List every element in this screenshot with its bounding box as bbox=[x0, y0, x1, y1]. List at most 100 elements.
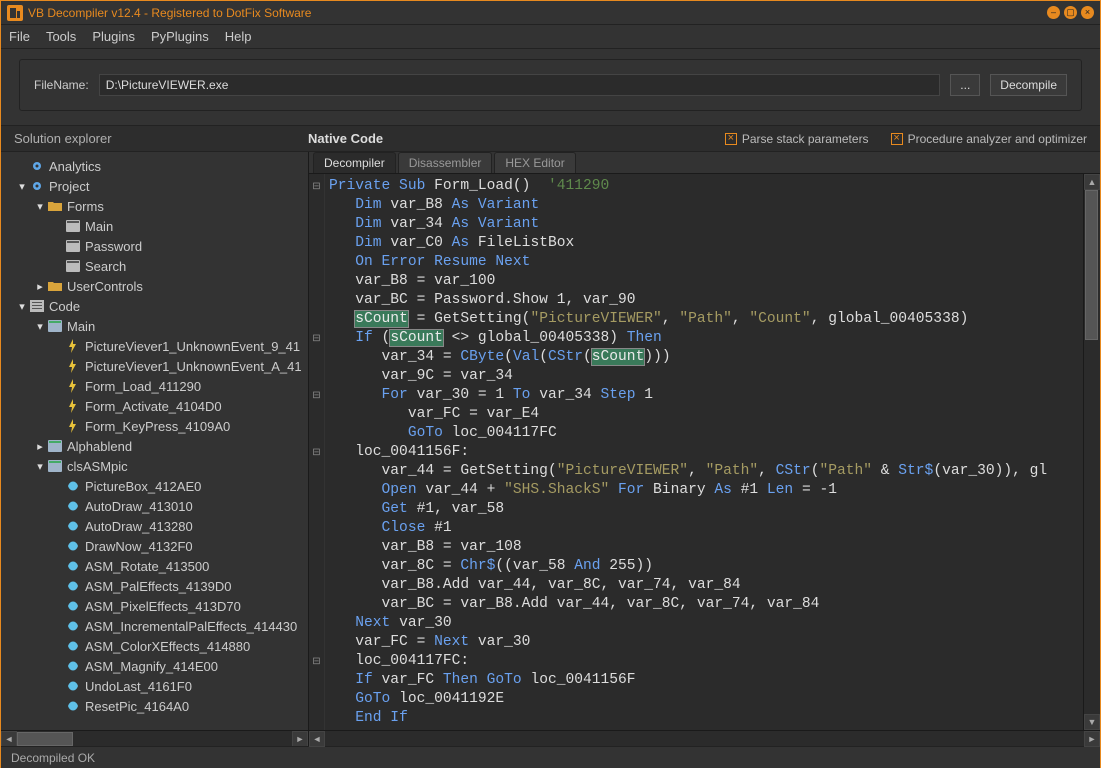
tree-caret-icon[interactable]: ▾ bbox=[15, 180, 29, 193]
tree-item[interactable]: AutoDraw_413010 bbox=[5, 496, 308, 516]
menu-pyplugins[interactable]: PyPlugins bbox=[151, 29, 209, 44]
vscroll-thumb[interactable] bbox=[1085, 190, 1098, 340]
fold-mark-icon[interactable] bbox=[309, 595, 324, 614]
fold-mark-icon[interactable] bbox=[309, 405, 324, 424]
fold-mark-icon[interactable]: ⊟ bbox=[309, 329, 324, 348]
tree-item[interactable]: Form_KeyPress_4109A0 bbox=[5, 416, 308, 436]
tree-item[interactable]: Search bbox=[5, 256, 308, 276]
gear-icon bbox=[29, 179, 45, 193]
fold-mark-icon[interactable] bbox=[309, 538, 324, 557]
menu-file[interactable]: File bbox=[9, 29, 30, 44]
fold-mark-icon[interactable] bbox=[309, 291, 324, 310]
status-bar: Decompiled OK bbox=[1, 746, 1100, 768]
tree-item[interactable]: PictureViever1_UnknownEvent_A_41 bbox=[5, 356, 308, 376]
menu-plugins[interactable]: Plugins bbox=[92, 29, 135, 44]
tab-decompiler[interactable]: Decompiler bbox=[313, 152, 396, 173]
tree-item[interactable]: ASM_IncrementalPalEffects_414430 bbox=[5, 616, 308, 636]
fold-mark-icon[interactable] bbox=[309, 671, 324, 690]
code-gutter[interactable]: ⊟ ⊟ ⊟ ⊟ ⊟ bbox=[309, 174, 325, 730]
code-hscroll[interactable]: ◄ ► bbox=[309, 730, 1100, 746]
tree-item[interactable]: ▸UserControls bbox=[5, 276, 308, 296]
browse-button[interactable]: ... bbox=[950, 74, 980, 96]
tree-item[interactable]: Analytics bbox=[5, 156, 308, 176]
tree-caret-icon[interactable]: ▸ bbox=[33, 440, 47, 453]
fold-mark-icon[interactable] bbox=[309, 576, 324, 595]
tree-item[interactable]: ResetPic_4164A0 bbox=[5, 696, 308, 716]
fold-mark-icon[interactable] bbox=[309, 253, 324, 272]
menu-help[interactable]: Help bbox=[225, 29, 252, 44]
fold-mark-icon[interactable] bbox=[309, 709, 324, 728]
tree-item[interactable]: ASM_PixelEffects_413D70 bbox=[5, 596, 308, 616]
tree-item[interactable]: PictureBox_412AE0 bbox=[5, 476, 308, 496]
fold-mark-icon[interactable] bbox=[309, 215, 324, 234]
tree-caret-icon[interactable]: ▾ bbox=[33, 320, 47, 333]
tree-item[interactable]: ▾Main bbox=[5, 316, 308, 336]
fold-mark-icon[interactable] bbox=[309, 272, 324, 291]
fold-mark-icon[interactable] bbox=[309, 462, 324, 481]
fold-mark-icon[interactable] bbox=[309, 481, 324, 500]
tree-caret-icon[interactable]: ▾ bbox=[33, 200, 47, 213]
tree-hscroll[interactable]: ◄ ► bbox=[1, 730, 308, 746]
tree-item[interactable]: ▸Alphablend bbox=[5, 436, 308, 456]
code-view[interactable]: Private Sub Form_Load() '411290 Dim var_… bbox=[325, 174, 1083, 730]
fold-mark-icon[interactable]: ⊟ bbox=[309, 177, 324, 196]
project-tree[interactable]: Analytics▾Project▾FormsMainPasswordSearc… bbox=[1, 152, 308, 730]
fold-mark-icon[interactable]: ⊟ bbox=[309, 443, 324, 462]
tree-item[interactable]: ▾Forms bbox=[5, 196, 308, 216]
tree-item[interactable]: ASM_ColorXEffects_414880 bbox=[5, 636, 308, 656]
tree-item[interactable]: Form_Activate_4104D0 bbox=[5, 396, 308, 416]
fold-mark-icon[interactable] bbox=[309, 234, 324, 253]
code-vscroll[interactable]: ▲ ▼ bbox=[1083, 174, 1100, 730]
tree-caret-icon[interactable]: ▸ bbox=[33, 280, 47, 293]
fold-mark-icon[interactable] bbox=[309, 690, 324, 709]
tree-item[interactable]: Form_Load_411290 bbox=[5, 376, 308, 396]
tab-disassembler[interactable]: Disassembler bbox=[398, 152, 493, 173]
tree-item[interactable]: UndoLast_4161F0 bbox=[5, 676, 308, 696]
fold-mark-icon[interactable] bbox=[309, 614, 324, 633]
fold-mark-icon[interactable] bbox=[309, 557, 324, 576]
fold-mark-icon[interactable]: ⊟ bbox=[309, 652, 324, 671]
decompile-button[interactable]: Decompile bbox=[990, 74, 1067, 96]
tree-item[interactable]: Main bbox=[5, 216, 308, 236]
bolt-icon bbox=[65, 339, 81, 353]
code-hscroll-left-arrow[interactable]: ◄ bbox=[309, 731, 325, 747]
close-button[interactable]: × bbox=[1081, 6, 1094, 19]
filename-input[interactable] bbox=[99, 74, 941, 96]
hscroll-thumb[interactable] bbox=[17, 732, 73, 746]
tree-item[interactable]: ▾Code bbox=[5, 296, 308, 316]
tree-item[interactable]: DrawNow_4132F0 bbox=[5, 536, 308, 556]
maximize-button[interactable]: ▢ bbox=[1064, 6, 1077, 19]
tree-item[interactable]: ASM_PalEffects_4139D0 bbox=[5, 576, 308, 596]
minimize-button[interactable]: – bbox=[1047, 6, 1060, 19]
tree-item-label: ASM_PixelEffects_413D70 bbox=[85, 599, 241, 614]
fold-mark-icon[interactable] bbox=[309, 424, 324, 443]
tree-item[interactable]: Password bbox=[5, 236, 308, 256]
tree-item[interactable]: ▾Project bbox=[5, 176, 308, 196]
chk-parse-stack[interactable]: ×Parse stack parameters bbox=[725, 132, 869, 146]
tree-panel: Analytics▾Project▾FormsMainPasswordSearc… bbox=[1, 152, 309, 746]
tree-item[interactable]: ▾clsASMpic bbox=[5, 456, 308, 476]
tree-caret-icon[interactable]: ▾ bbox=[15, 300, 29, 313]
fold-mark-icon[interactable] bbox=[309, 633, 324, 652]
fold-mark-icon[interactable] bbox=[309, 500, 324, 519]
tree-item[interactable]: PictureViever1_UnknownEvent_9_41 bbox=[5, 336, 308, 356]
vscroll-up-arrow[interactable]: ▲ bbox=[1084, 174, 1100, 190]
vscroll-down-arrow[interactable]: ▼ bbox=[1084, 714, 1100, 730]
fold-mark-icon[interactable] bbox=[309, 367, 324, 386]
proc-icon bbox=[65, 679, 81, 693]
code-hscroll-right-arrow[interactable]: ► bbox=[1084, 731, 1100, 747]
fold-mark-icon[interactable] bbox=[309, 196, 324, 215]
tree-item[interactable]: ASM_Rotate_413500 bbox=[5, 556, 308, 576]
tree-caret-icon[interactable]: ▾ bbox=[33, 460, 47, 473]
fold-mark-icon[interactable] bbox=[309, 348, 324, 367]
hscroll-right-arrow[interactable]: ► bbox=[292, 731, 308, 746]
chk-analyzer[interactable]: ×Procedure analyzer and optimizer bbox=[891, 132, 1087, 146]
tab-hexeditor[interactable]: HEX Editor bbox=[494, 152, 575, 173]
fold-mark-icon[interactable] bbox=[309, 519, 324, 538]
fold-mark-icon[interactable] bbox=[309, 310, 324, 329]
tree-item[interactable]: ASM_Magnify_414E00 bbox=[5, 656, 308, 676]
tree-item[interactable]: AutoDraw_413280 bbox=[5, 516, 308, 536]
menu-tools[interactable]: Tools bbox=[46, 29, 76, 44]
fold-mark-icon[interactable]: ⊟ bbox=[309, 386, 324, 405]
hscroll-left-arrow[interactable]: ◄ bbox=[1, 731, 17, 746]
